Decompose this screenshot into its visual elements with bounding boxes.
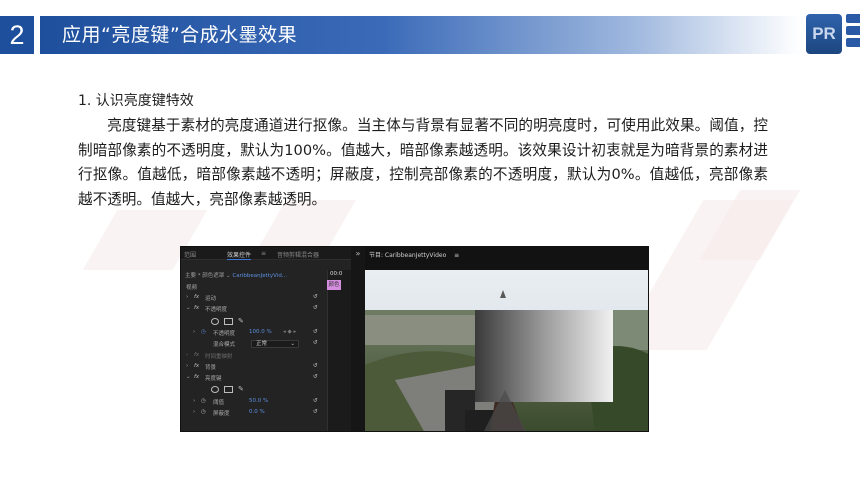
ellipse-mask-icon[interactable] bbox=[211, 386, 219, 393]
row-motion[interactable]: › fx 运动 ↺ bbox=[181, 294, 327, 304]
pen-mask-icon[interactable]: ✎ bbox=[238, 317, 244, 325]
source-line: 主要 * 颜色遮罩 ⌄ CaribbeanJettyVid... bbox=[185, 273, 288, 279]
ellipse-mask-icon[interactable] bbox=[211, 318, 219, 325]
side-tabs-decoration bbox=[846, 14, 860, 54]
row-label: 背景 bbox=[205, 365, 217, 371]
row-label: 运动 bbox=[205, 296, 217, 302]
cutoff-value[interactable]: 0.0 % bbox=[249, 409, 265, 415]
tab-scope[interactable]: 范围 bbox=[184, 250, 196, 259]
row-opacity-value[interactable]: › ◷ 不透明度 100.0 % ◂ ◆ ▸ ↺ bbox=[181, 329, 327, 339]
expand-icon[interactable]: › bbox=[193, 409, 195, 415]
mini-timeline bbox=[327, 270, 351, 431]
threshold-value[interactable]: 50.0 % bbox=[249, 398, 268, 404]
row-threshold[interactable]: › ◷ 阈值 50.0 % ↺ bbox=[181, 398, 327, 408]
premiere-logo: PR bbox=[806, 14, 842, 54]
blend-mode-dropdown[interactable]: 正常 ⌄ bbox=[251, 340, 299, 348]
collapse-icon[interactable]: ⌄ bbox=[186, 305, 191, 311]
reset-icon[interactable]: ↺ bbox=[313, 340, 318, 346]
effect-controls-panel: 范围 效果控件 ≡ 音频剪辑混合器 主要 * 颜色遮罩 ⌄ CaribbeanJ… bbox=[181, 247, 351, 431]
fx-icon[interactable]: fx bbox=[194, 294, 199, 300]
tab-effect-controls[interactable]: 效果控件 bbox=[227, 250, 252, 260]
stopwatch-icon[interactable]: ◷ bbox=[201, 409, 206, 415]
opacity-value[interactable]: 100.0 % bbox=[249, 329, 272, 335]
program-monitor-title[interactable]: 节目: CaribbeanJettyVideo ≡ bbox=[369, 250, 459, 259]
source-prefix: 主要 * 颜色遮罩 bbox=[185, 273, 225, 279]
fx-icon[interactable]: fx bbox=[194, 363, 199, 369]
section-heading: 1. 认识亮度键特效 bbox=[78, 93, 194, 109]
row-luma-key[interactable]: ⌄ fx 亮度键 ↺ bbox=[181, 374, 327, 384]
pen-mask-icon[interactable]: ✎ bbox=[238, 385, 244, 393]
row-label: 不透明度 bbox=[213, 331, 236, 337]
rectangle-mask-icon[interactable] bbox=[224, 318, 233, 325]
expand-icon[interactable]: › bbox=[186, 363, 188, 369]
expand-icon[interactable]: › bbox=[186, 352, 188, 358]
reset-icon[interactable]: ↺ bbox=[313, 363, 318, 369]
reset-icon[interactable]: ↺ bbox=[313, 305, 318, 311]
row-opacity[interactable]: ⌄ fx 不透明度 ↺ bbox=[181, 305, 327, 315]
blend-mode-value: 正常 bbox=[256, 341, 268, 347]
program-monitor: 节目: CaribbeanJettyVideo ≡ bbox=[365, 247, 648, 431]
reset-icon[interactable]: ↺ bbox=[313, 294, 318, 300]
source-clip[interactable]: CaribbeanJettyVid... bbox=[232, 273, 287, 279]
row-label: 时间重映射 bbox=[205, 354, 233, 360]
reset-icon[interactable]: ↺ bbox=[313, 374, 318, 380]
video-section-label: 视频 bbox=[181, 283, 327, 293]
expand-icon[interactable]: › bbox=[193, 398, 195, 404]
tab-audio-mixer[interactable]: 音频剪辑混合器 bbox=[277, 250, 319, 259]
description-paragraph: 亮度键基于素材的亮度通道进行抠像。当主体与背景有显著不同的明亮度时，可使用此效果… bbox=[78, 117, 768, 208]
row-label: 不透明度 bbox=[205, 307, 228, 313]
tab-menu-icon[interactable]: ≡ bbox=[454, 252, 459, 259]
stopwatch-icon[interactable]: ◷ bbox=[201, 329, 206, 335]
reset-icon[interactable]: ↺ bbox=[313, 409, 318, 415]
tab-menu-icon[interactable]: ≡ bbox=[261, 250, 266, 257]
premiere-screenshot: 范围 效果控件 ≡ 音频剪辑混合器 主要 * 颜色遮罩 ⌄ CaribbeanJ… bbox=[180, 246, 649, 432]
fx-icon[interactable]: fx bbox=[194, 352, 199, 358]
row-label: 亮度键 bbox=[205, 376, 222, 382]
row-label: 阈值 bbox=[213, 400, 225, 406]
video-label: 视频 bbox=[186, 285, 198, 291]
reset-icon[interactable]: ↺ bbox=[313, 398, 318, 404]
expand-icon[interactable]: › bbox=[193, 329, 195, 335]
row-time-remap[interactable]: › fx 时间重映射 bbox=[181, 352, 327, 362]
row-background[interactable]: › fx 背景 ↺ bbox=[181, 363, 327, 373]
timeline-clip[interactable]: 颜色 bbox=[327, 280, 341, 290]
row-label: 屏蔽度 bbox=[213, 411, 230, 417]
timeline-timecode: 00:0 bbox=[330, 271, 343, 277]
chevron-down-icon: ⌄ bbox=[290, 341, 295, 347]
row-cutoff[interactable]: › ◷ 屏蔽度 0.0 % ↺ bbox=[181, 409, 327, 419]
panel-tabs: 范围 效果控件 ≡ 音频剪辑混合器 bbox=[181, 247, 351, 260]
section-number: 2 bbox=[0, 16, 34, 54]
rectangle-mask-icon[interactable] bbox=[224, 386, 233, 393]
collapse-icon[interactable]: ⌄ bbox=[186, 374, 191, 380]
stopwatch-icon[interactable]: ◷ bbox=[201, 398, 206, 404]
row-label: 混合模式 bbox=[213, 342, 236, 348]
fx-icon[interactable]: fx bbox=[194, 305, 199, 311]
expand-icon[interactable]: › bbox=[186, 294, 188, 300]
reset-icon[interactable]: ↺ bbox=[313, 329, 318, 335]
program-title-text: 节目: CaribbeanJettyVideo bbox=[369, 252, 447, 259]
keyframe-nav-icon[interactable]: ◂ ◆ ▸ bbox=[283, 329, 296, 335]
panel-expand-icon[interactable]: » bbox=[351, 247, 365, 431]
program-video-frame bbox=[365, 270, 648, 431]
page-title: 应用“亮度键”合成水墨效果 bbox=[62, 24, 298, 46]
fx-icon[interactable]: fx bbox=[194, 374, 199, 380]
